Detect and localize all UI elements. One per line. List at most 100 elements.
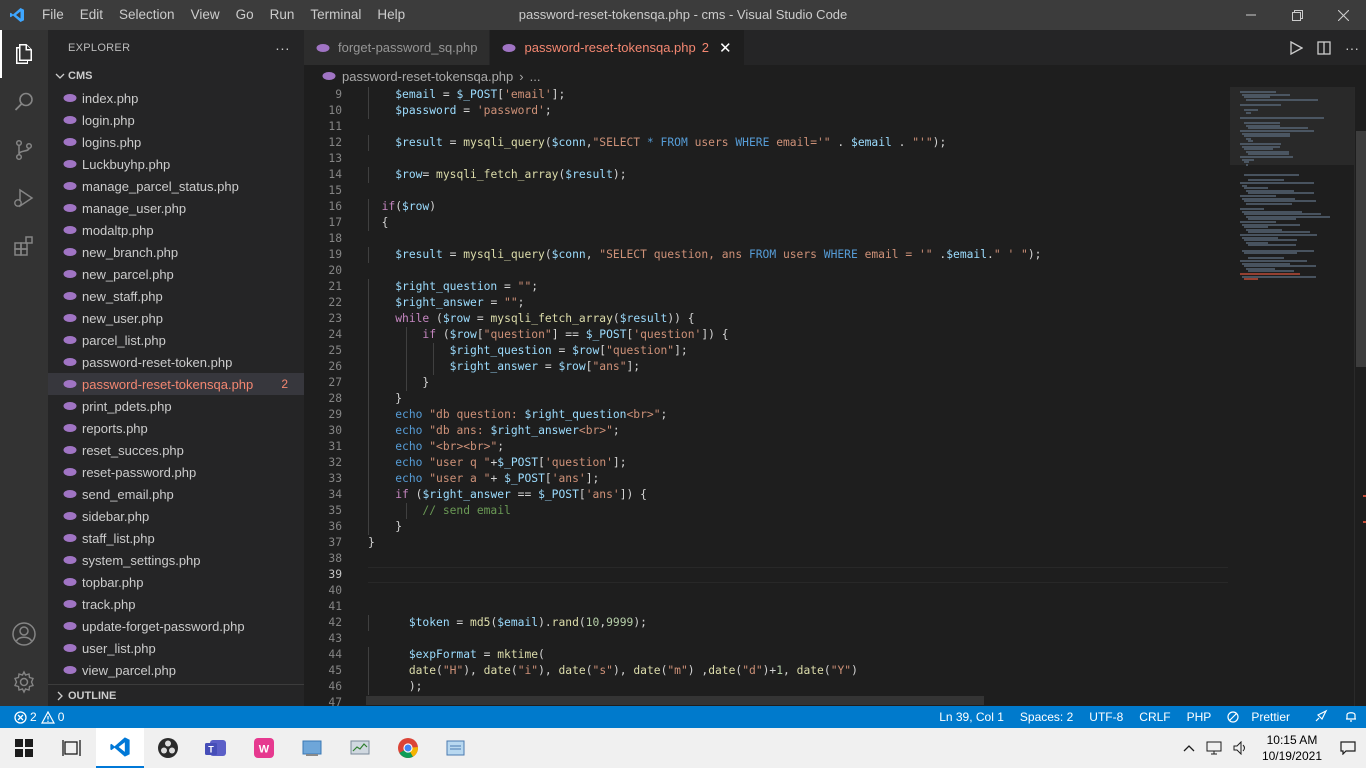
code-line[interactable]: } bbox=[368, 535, 1228, 551]
code-line[interactable] bbox=[368, 551, 1228, 567]
code-line[interactable]: $token = md5($email).rand(10,9999); bbox=[368, 615, 1228, 631]
file-item[interactable]: sidebar.php bbox=[48, 505, 304, 527]
taskbar-notepad-icon[interactable] bbox=[432, 728, 480, 768]
encoding[interactable]: UTF-8 bbox=[1081, 710, 1131, 724]
vertical-scrollbar[interactable] bbox=[1354, 87, 1366, 706]
code-line[interactable]: // send email bbox=[368, 503, 1228, 519]
editor-tab[interactable]: forget-password_sq.php bbox=[304, 30, 491, 65]
accounts-icon[interactable] bbox=[0, 610, 48, 658]
breadcrumb-file[interactable]: password-reset-tokensqa.php bbox=[342, 69, 513, 84]
folder-cms[interactable]: CMS bbox=[48, 65, 304, 87]
file-item[interactable]: manage_user.php bbox=[48, 197, 304, 219]
file-item[interactable]: login.php bbox=[48, 109, 304, 131]
file-item[interactable]: reports.php bbox=[48, 417, 304, 439]
source-control-icon[interactable] bbox=[0, 126, 48, 174]
editor-tab[interactable]: password-reset-tokensqa.php 2 ✕ bbox=[490, 30, 745, 65]
code-line[interactable]: ); bbox=[368, 679, 1228, 695]
file-item[interactable]: new_branch.php bbox=[48, 241, 304, 263]
prettier-status[interactable]: Prettier bbox=[1219, 710, 1306, 724]
run-debug-icon[interactable] bbox=[0, 174, 48, 222]
code-line[interactable]: if ($row["question"] == $_POST['question… bbox=[368, 327, 1228, 343]
code-line[interactable]: $result = mysqli_query($conn, "SELECT qu… bbox=[368, 247, 1228, 263]
code-line[interactable]: $right_question = ""; bbox=[368, 279, 1228, 295]
file-item[interactable]: manage_parcel_status.php bbox=[48, 175, 304, 197]
code-area[interactable]: $email = $_POST['email']; $password = 'p… bbox=[368, 87, 1228, 706]
code-line[interactable] bbox=[368, 183, 1228, 199]
indentation[interactable]: Spaces: 2 bbox=[1012, 710, 1081, 724]
notifications-icon[interactable] bbox=[1336, 709, 1366, 726]
minimize-button[interactable] bbox=[1228, 0, 1274, 30]
taskbar-chrome-icon[interactable] bbox=[384, 728, 432, 768]
breadcrumb-symbol[interactable]: ... bbox=[530, 69, 541, 84]
menu-item-view[interactable]: View bbox=[183, 0, 228, 30]
code-line[interactable]: echo "db ans: $right_answer<br>"; bbox=[368, 423, 1228, 439]
code-line[interactable] bbox=[368, 583, 1228, 599]
file-item[interactable]: view_parcel.php bbox=[48, 659, 304, 681]
restore-button[interactable] bbox=[1274, 0, 1320, 30]
file-item[interactable]: Luckbuyhp.php bbox=[48, 153, 304, 175]
menu-item-edit[interactable]: Edit bbox=[72, 0, 111, 30]
start-button[interactable] bbox=[0, 728, 48, 768]
code-line[interactable]: if($row) bbox=[368, 199, 1228, 215]
code-line[interactable]: $right_answer = ""; bbox=[368, 295, 1228, 311]
file-item[interactable]: new_parcel.php bbox=[48, 263, 304, 285]
outline-section[interactable]: OUTLINE bbox=[48, 684, 304, 706]
task-view-icon[interactable] bbox=[48, 728, 96, 768]
file-item[interactable]: reset-password.php bbox=[48, 461, 304, 483]
file-item[interactable]: send_email.php bbox=[48, 483, 304, 505]
more-actions-button[interactable]: ··· bbox=[275, 40, 290, 56]
close-tab-icon[interactable]: ✕ bbox=[719, 39, 732, 57]
more-icon[interactable]: ··· bbox=[1338, 30, 1366, 65]
code-line[interactable]: echo "db question: $right_question<br>"; bbox=[368, 407, 1228, 423]
file-item[interactable]: parcel_list.php bbox=[48, 329, 304, 351]
explorer-icon[interactable] bbox=[0, 30, 48, 78]
code-line[interactable] bbox=[368, 599, 1228, 615]
horizontal-scrollbar[interactable] bbox=[366, 696, 984, 705]
code-line[interactable] bbox=[368, 567, 1228, 583]
code-line[interactable] bbox=[368, 151, 1228, 167]
code-line[interactable]: } bbox=[368, 519, 1228, 535]
code-editor[interactable]: 9 10 11 12 13 14 15 16 17 18 19 20 21 22 23 24 25 26 27 28 2… bbox=[304, 87, 1230, 706]
code-line[interactable]: echo "user a "+ $_POST['ans']; bbox=[368, 471, 1228, 487]
chevron-up-icon[interactable] bbox=[1176, 744, 1202, 752]
file-item[interactable]: staff_list.php bbox=[48, 527, 304, 549]
code-line[interactable]: date("H"), date("i"), date("s"), date("m… bbox=[368, 663, 1228, 679]
file-item[interactable]: new_staff.php bbox=[48, 285, 304, 307]
network-icon[interactable] bbox=[1202, 741, 1228, 755]
file-item[interactable]: password-reset-tokensqa.php 2 bbox=[48, 373, 304, 395]
settings-gear-icon[interactable] bbox=[0, 658, 48, 706]
code-line[interactable]: if ($right_answer == $_POST['ans']) { bbox=[368, 487, 1228, 503]
taskbar-vscode-icon[interactable] bbox=[96, 728, 144, 768]
file-item[interactable]: user_list.php bbox=[48, 637, 304, 659]
notification-center-icon[interactable] bbox=[1330, 741, 1366, 755]
code-line[interactable]: } bbox=[368, 391, 1228, 407]
run-icon[interactable] bbox=[1282, 30, 1310, 65]
feedback-icon[interactable] bbox=[1306, 709, 1336, 726]
menu-item-file[interactable]: File bbox=[34, 0, 72, 30]
taskbar-wamp-icon[interactable]: W bbox=[240, 728, 288, 768]
file-item[interactable]: reset_succes.php bbox=[48, 439, 304, 461]
extensions-icon[interactable] bbox=[0, 222, 48, 270]
file-item[interactable]: print_pdets.php bbox=[48, 395, 304, 417]
menu-item-help[interactable]: Help bbox=[369, 0, 413, 30]
file-item[interactable]: topbar.php bbox=[48, 571, 304, 593]
code-line[interactable]: $result = mysqli_query($conn,"SELECT * F… bbox=[368, 135, 1228, 151]
file-item[interactable]: system_settings.php bbox=[48, 549, 304, 571]
taskbar-obs-icon[interactable] bbox=[144, 728, 192, 768]
close-window-button[interactable] bbox=[1320, 0, 1366, 30]
file-item[interactable]: index.php bbox=[48, 87, 304, 109]
file-item[interactable]: update-forget-password.php bbox=[48, 615, 304, 637]
menu-item-run[interactable]: Run bbox=[262, 0, 303, 30]
file-item[interactable]: track.php bbox=[48, 593, 304, 615]
clock[interactable]: 10:15 AM 10/19/2021 bbox=[1254, 732, 1330, 764]
code-line[interactable] bbox=[368, 631, 1228, 647]
menu-item-selection[interactable]: Selection bbox=[111, 0, 183, 30]
taskbar-monitor-icon[interactable] bbox=[336, 728, 384, 768]
code-line[interactable]: echo "user q "+$_POST['question']; bbox=[368, 455, 1228, 471]
code-line[interactable]: $expFormat = mktime( bbox=[368, 647, 1228, 663]
code-line[interactable] bbox=[368, 119, 1228, 135]
end-of-line[interactable]: CRLF bbox=[1131, 710, 1178, 724]
code-line[interactable]: $right_question = $row["question"]; bbox=[368, 343, 1228, 359]
code-line[interactable]: while ($row = mysqli_fetch_array($result… bbox=[368, 311, 1228, 327]
split-editor-icon[interactable] bbox=[1310, 30, 1338, 65]
